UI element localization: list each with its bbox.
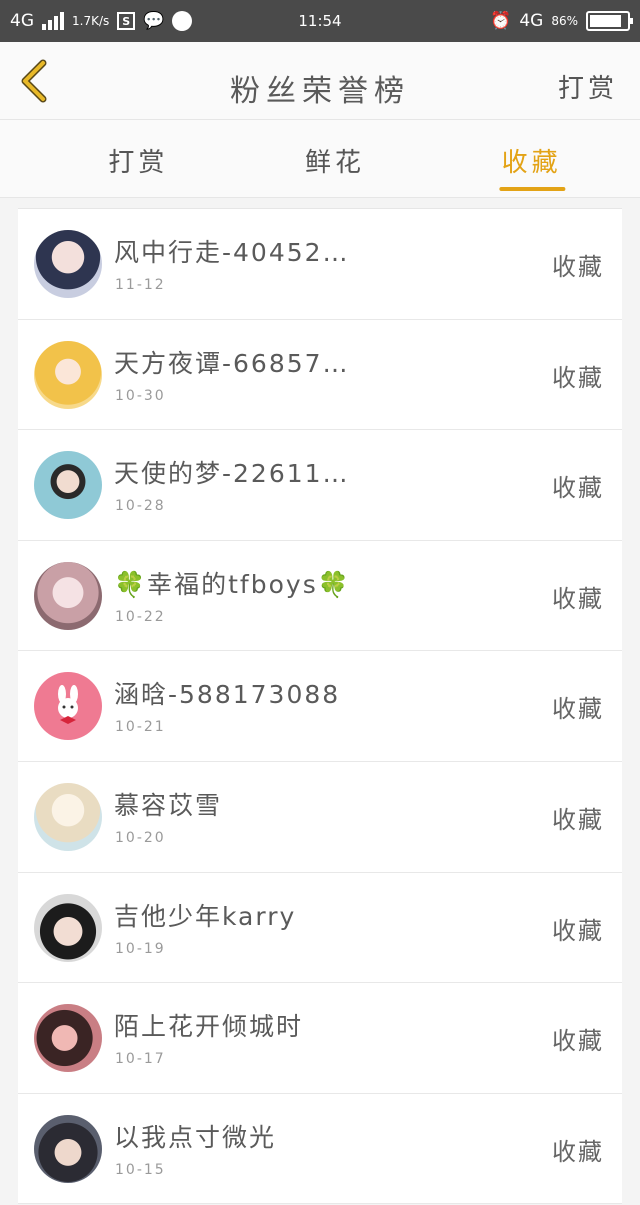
fan-action: 收藏 — [552, 1027, 604, 1056]
list-item[interactable]: 吉他少年karry 10-19 收藏 — [18, 873, 622, 984]
avatar[interactable] — [34, 230, 102, 298]
fan-action: 收藏 — [552, 474, 604, 503]
network-type-right: 4G — [519, 11, 544, 31]
header: 粉丝荣誉榜 打赏 — [0, 42, 640, 120]
fan-action: 收藏 — [552, 1137, 604, 1166]
list-item[interactable]: 以我点寸微光 10-15 收藏 — [18, 1094, 622, 1205]
avatar[interactable] — [34, 672, 102, 741]
list-item[interactable]: 🍀幸福的tfboys🍀 10-22 收藏 — [18, 541, 622, 652]
list-item[interactable]: 涵晗-588173088 10-21 收藏 — [18, 651, 622, 762]
fan-date: 10-17 — [115, 1051, 166, 1068]
avatar[interactable] — [34, 893, 102, 962]
fan-name: 🍀幸福的tfboys🍀 — [114, 569, 351, 599]
avatar[interactable] — [34, 1004, 102, 1073]
fan-name: 天方夜谭-66857… — [114, 348, 350, 378]
wechat-icon: 💬 — [143, 11, 165, 31]
list-item[interactable]: 慕容苡雪 10-20 收藏 — [18, 762, 622, 873]
fan-action: 收藏 — [552, 584, 604, 613]
fan-action: 收藏 — [552, 363, 604, 392]
fan-action: 收藏 — [552, 253, 604, 281]
fan-action: 收藏 — [552, 916, 604, 945]
tab-bar: 打赏 鲜花 收藏 — [0, 120, 640, 198]
fan-name: 吉他少年karry — [114, 901, 297, 931]
battery-text: 86% — [551, 14, 578, 28]
fan-list: 风中行走-40452… 11-12 收藏 天方夜谭-66857… 10-30 收… — [18, 208, 622, 1205]
battery-icon — [586, 11, 633, 31]
network-type: 4G — [10, 11, 34, 31]
alarm-icon: ⏰ — [490, 11, 512, 31]
fan-date: 10-22 — [115, 608, 166, 625]
page-title: 粉丝荣誉榜 — [230, 74, 410, 109]
fan-date: 10-30 — [115, 387, 166, 404]
list-item[interactable]: 天方夜谭-66857… 10-30 收藏 — [18, 320, 622, 431]
avatar[interactable] — [34, 451, 102, 520]
avatar[interactable] — [34, 782, 102, 851]
fan-date: 10-20 — [115, 829, 166, 846]
fan-name: 涵晗-588173088 — [114, 680, 341, 710]
avatar[interactable] — [34, 1114, 102, 1183]
fan-date: 10-15 — [115, 1161, 166, 1178]
reward-button[interactable]: 打赏 — [558, 68, 618, 105]
fan-action: 收藏 — [552, 695, 604, 724]
fan-name: 以我点寸微光 — [114, 1122, 277, 1152]
app-s-icon: S — [117, 12, 136, 30]
tab-flowers[interactable]: 鲜花 — [237, 120, 434, 197]
fan-name: 慕容苡雪 — [114, 790, 223, 820]
fan-action: 收藏 — [552, 805, 604, 834]
fan-date: 10-21 — [115, 719, 166, 736]
fan-name: 风中行走-40452… — [114, 238, 350, 267]
tab-favorites[interactable]: 收藏 — [433, 120, 640, 197]
signal-icon — [42, 12, 64, 30]
fan-date: 10-28 — [115, 498, 166, 515]
fan-name: 陌上花开倾城时 — [114, 1012, 304, 1042]
bunny-icon — [58, 685, 78, 725]
list-item[interactable]: 陌上花开倾城时 10-17 收藏 — [18, 983, 622, 1094]
list-item[interactable]: 天使的梦-22611… 10-28 收藏 — [18, 430, 622, 541]
avatar[interactable] — [34, 340, 102, 409]
network-speed: 1.7K/s — [72, 14, 110, 28]
fan-date: 11-12 — [115, 277, 166, 293]
fan-date: 10-19 — [115, 940, 166, 957]
avatar[interactable] — [34, 561, 102, 630]
fan-name: 天使的梦-22611… — [114, 459, 350, 489]
list-item[interactable]: 风中行走-40452… 11-12 收藏 — [18, 209, 622, 320]
status-bar: 4G 1.7K/s S 💬 11:54 ⏰ 4G 86% — [0, 0, 640, 42]
app-ball-icon — [172, 11, 193, 31]
tab-reward[interactable]: 打赏 — [0, 120, 237, 197]
